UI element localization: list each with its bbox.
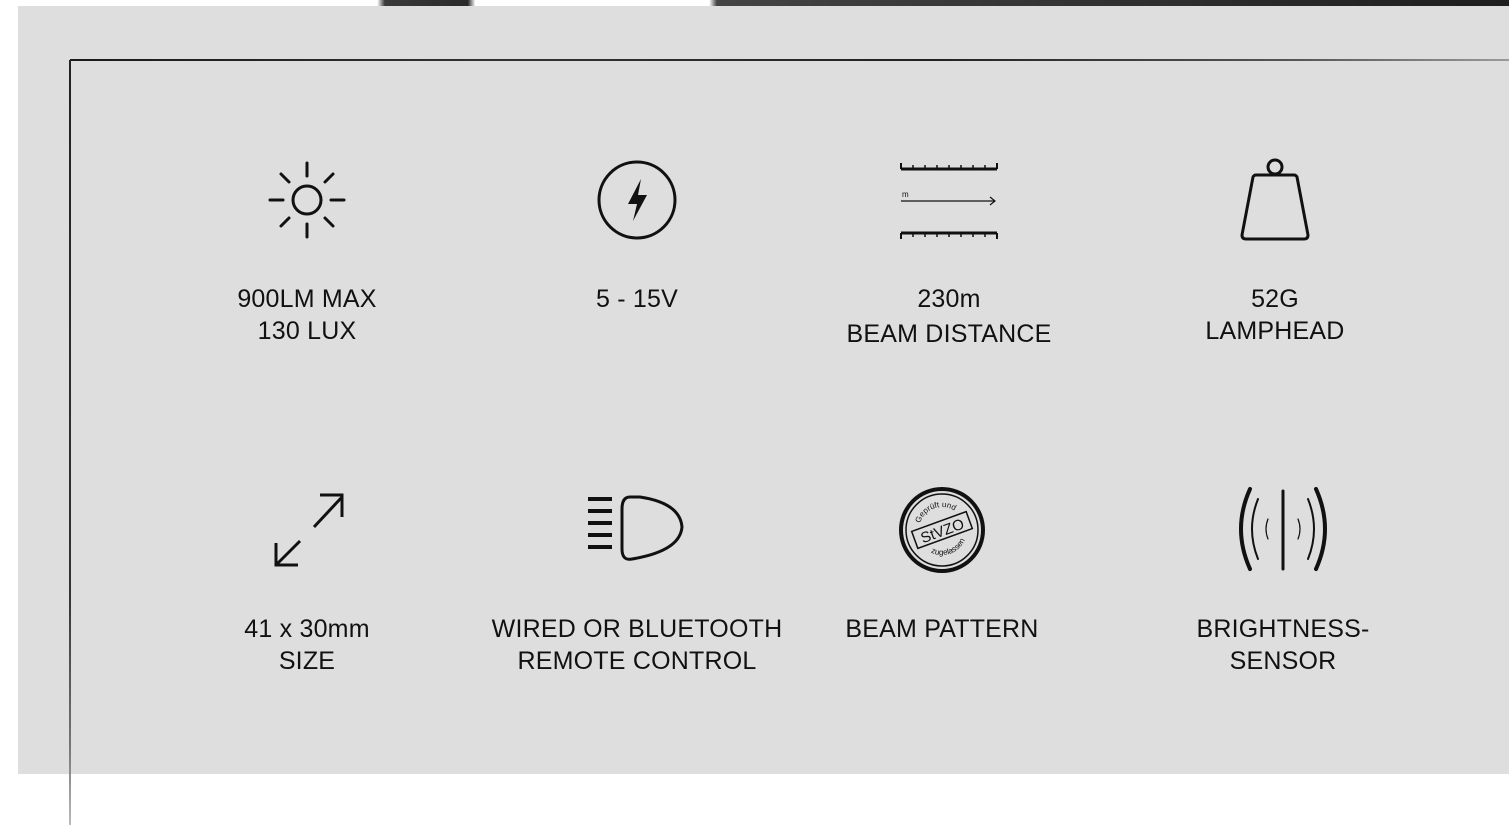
feature-label: 5 - 15V: [477, 283, 797, 315]
feature-value: BEAM PATTERN: [845, 615, 1039, 643]
feature-brightness: 900LM MAX 130 LUX: [147, 155, 467, 347]
feature-value: 900LM MAX: [237, 285, 377, 313]
feature-label: BEAM PATTERN: [782, 613, 1102, 645]
divider-horizontal: [70, 59, 1509, 61]
feature-caption: LAMPHEAD: [1205, 317, 1345, 345]
feature-caption: SENSOR: [1229, 647, 1337, 675]
feature-value: 52G: [1251, 285, 1299, 313]
feature-beam-pattern: Geprüft und StVZO zugelassen BEAM PATTER…: [782, 485, 1102, 645]
lightning-circle-icon: [597, 160, 677, 240]
feature-label: 230m BEAM DISTANCE: [789, 283, 1109, 350]
ruler-unit-text: m: [902, 190, 909, 199]
feature-label: 41 x 30mm SIZE: [147, 613, 467, 677]
feature-caption: REMOTE CONTROL: [517, 647, 757, 675]
feature-value: 5 - 15V: [595, 285, 678, 313]
feature-label: WIRED OR BLUETOOTH REMOTE CONTROL: [477, 613, 797, 677]
feature-caption: SIZE: [278, 647, 336, 675]
weight-icon: [1240, 158, 1310, 241]
stvzo-seal-icon: Geprüft und StVZO zugelassen: [899, 487, 985, 573]
feature-label: 52G LAMPHEAD: [1115, 283, 1435, 347]
feature-size: 41 x 30mm SIZE: [147, 485, 467, 677]
feature-caption: BEAM DISTANCE: [846, 320, 1052, 348]
feature-remote: WIRED OR BLUETOOTH REMOTE CONTROL: [477, 485, 797, 677]
feature-value: BRIGHTNESS-: [1196, 615, 1370, 643]
feature-value: 41 x 30mm: [244, 615, 370, 643]
feature-value: 230m: [917, 285, 981, 313]
sensor-waves-icon: [1239, 487, 1327, 571]
diagonal-arrows-icon: [274, 493, 344, 567]
feature-value: WIRED OR BLUETOOTH: [491, 615, 783, 643]
feature-weight: 52G LAMPHEAD: [1115, 155, 1435, 347]
feature-beam-distance: m 230m BEAM DISTANCE: [789, 155, 1109, 350]
feature-sensor: BRIGHTNESS- SENSOR: [1123, 485, 1443, 677]
feature-label: BRIGHTNESS- SENSOR: [1123, 613, 1443, 677]
feature-voltage: 5 - 15V: [477, 155, 797, 315]
feature-caption: 130 LUX: [257, 317, 357, 345]
sun-icon: [268, 161, 346, 239]
ruler-distance-icon: m: [900, 163, 998, 239]
feature-label: 900LM MAX 130 LUX: [147, 283, 467, 347]
divider-vertical: [69, 60, 71, 825]
headlight-icon: [588, 495, 684, 561]
